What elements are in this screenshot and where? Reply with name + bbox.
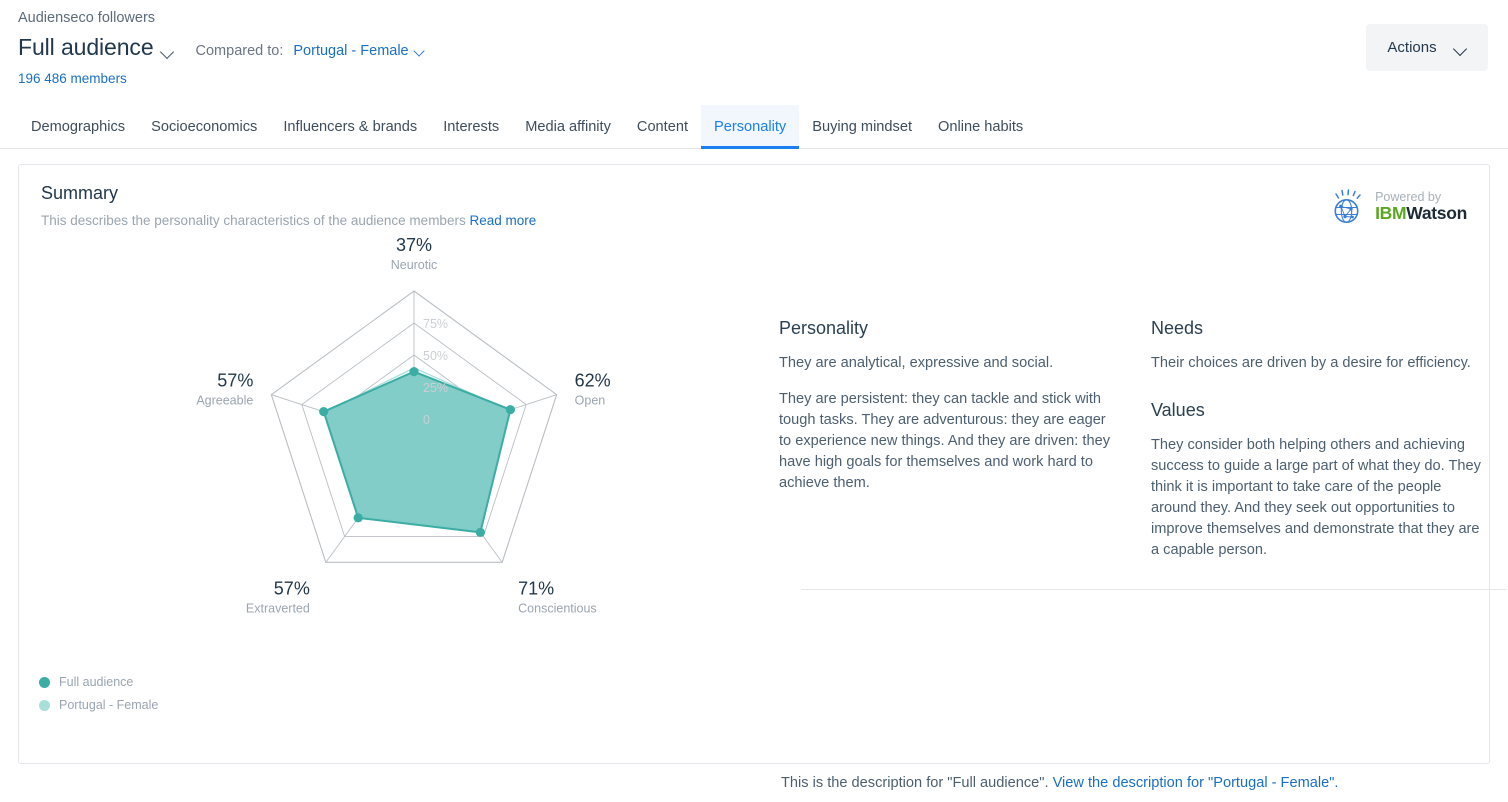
description-line: This is the description for "Full audien… bbox=[781, 775, 1338, 791]
chart-legend: Full audience Portugal - Female bbox=[39, 675, 158, 721]
tab-label: Socioeconomics bbox=[151, 119, 257, 135]
needs-heading: Needs bbox=[1151, 318, 1489, 339]
summary-card: Summary This describes the personality c… bbox=[18, 164, 1490, 764]
radar-axis-conscientious: Conscientious bbox=[518, 601, 597, 615]
card-header: Summary This describes the personality c… bbox=[19, 165, 1489, 228]
summary-subtitle-text: This describes the personality character… bbox=[41, 213, 466, 228]
description-divider bbox=[801, 589, 1507, 590]
watson-globe-icon bbox=[1328, 187, 1368, 227]
radar-value-agreeable: 57% bbox=[217, 371, 253, 391]
read-more-link[interactable]: Read more bbox=[469, 213, 536, 228]
description-prefix: This is the description for "Full audien… bbox=[781, 775, 1049, 791]
tab-demographics[interactable]: Demographics bbox=[18, 105, 138, 148]
radar-ring-label-2: 50% bbox=[423, 349, 448, 363]
legend-label: Full audience bbox=[59, 675, 133, 689]
compared-to-value: Portugal - Female bbox=[293, 43, 408, 59]
legend-item-1[interactable]: Portugal - Female bbox=[39, 698, 158, 712]
tab-bar: Demographics Socioeconomics Influencers & … bbox=[0, 105, 1508, 149]
page-title: Full audience bbox=[18, 34, 154, 60]
radar-value-conscientious: 71% bbox=[518, 578, 554, 598]
radar-axis-neurotic: Neurotic bbox=[391, 258, 438, 272]
members-count[interactable]: 196 486 members bbox=[18, 71, 1508, 86]
tab-influencers-brands[interactable]: Influencers & brands bbox=[270, 105, 430, 148]
legend-color-swatch bbox=[39, 700, 50, 711]
radar-ring-label-3: 75% bbox=[423, 317, 448, 331]
radar-point-extraverted[interactable] bbox=[354, 513, 363, 522]
personality-para-1: They are persistent: they can tackle and… bbox=[779, 389, 1117, 494]
needs-values-column: Needs Their choices are driven by a desi… bbox=[1151, 318, 1489, 561]
chevron-down-icon-actions bbox=[1454, 44, 1467, 52]
audience-selector[interactable]: Full audience bbox=[18, 33, 174, 61]
tab-label: Demographics bbox=[31, 119, 125, 135]
tab-personality[interactable]: Personality bbox=[701, 105, 799, 148]
view-compared-description-link[interactable]: View the description for "Portugal - Fem… bbox=[1053, 775, 1339, 791]
legend-color-swatch bbox=[39, 677, 50, 688]
radar-point-neurotic[interactable] bbox=[409, 367, 418, 376]
legend-item-0[interactable]: Full audience bbox=[39, 675, 158, 689]
radar-axis-agreeable: Agreeable bbox=[196, 394, 253, 408]
tab-label: Interests bbox=[443, 119, 499, 135]
tab-label: Online habits bbox=[938, 119, 1023, 135]
tab-content[interactable]: Content bbox=[624, 105, 701, 148]
watson-wordmark: Powered by IBMWatson bbox=[1375, 191, 1467, 223]
radar-point-conscientious[interactable] bbox=[476, 528, 485, 537]
tab-buying-mindset[interactable]: Buying mindset bbox=[799, 105, 925, 148]
compared-to-label: Compared to: bbox=[196, 43, 284, 59]
tab-label: Content bbox=[637, 119, 688, 135]
radar-series-0 bbox=[324, 372, 511, 533]
needs-para-0: Their choices are driven by a desire for… bbox=[1151, 353, 1489, 374]
page-header: Audienseco followers Full audience Compa… bbox=[0, 0, 1508, 86]
card-body: 0 25% 50% 75% 37% Neurotic 62% Open 71% Conscient… bbox=[19, 228, 1489, 716]
ibm-watson-logo: Powered by IBMWatson bbox=[1328, 187, 1467, 227]
legend-label: Portugal - Female bbox=[59, 698, 158, 712]
values-heading: Values bbox=[1151, 400, 1489, 421]
text-column: Personality They are analytical, express… bbox=[761, 228, 1507, 716]
watson-brand: IBMWatson bbox=[1375, 204, 1467, 222]
tab-interests[interactable]: Interests bbox=[430, 105, 512, 148]
summary-subtitle: This describes the personality character… bbox=[41, 213, 1467, 228]
compared-to-selector[interactable]: Portugal - Female bbox=[293, 42, 424, 60]
tab-online-habits[interactable]: Online habits bbox=[925, 105, 1036, 148]
radar-ring-label-1: 25% bbox=[423, 381, 448, 395]
personality-heading: Personality bbox=[779, 318, 1117, 339]
values-para-0: They consider both helping others and ac… bbox=[1151, 435, 1489, 561]
summary-title: Summary bbox=[41, 183, 1467, 204]
radar-ring-label-0: 0 bbox=[423, 413, 430, 427]
radar-point-agreeable[interactable] bbox=[319, 407, 328, 416]
watson-watson-text: Watson bbox=[1406, 203, 1467, 223]
radar-value-extraverted: 57% bbox=[274, 578, 310, 598]
breadcrumb: Audienseco followers bbox=[18, 8, 1508, 28]
tab-label: Media affinity bbox=[525, 119, 611, 135]
chart-column: 0 25% 50% 75% 37% Neurotic 62% Open 71% Conscient… bbox=[41, 228, 761, 716]
tab-label: Buying mindset bbox=[812, 119, 912, 135]
actions-button-label: Actions bbox=[1387, 39, 1436, 56]
tab-socioeconomics[interactable]: Socioeconomics bbox=[138, 105, 270, 148]
radar-axis-extraverted: Extraverted bbox=[246, 601, 310, 615]
radar-value-open: 62% bbox=[575, 371, 611, 391]
radar-value-neurotic: 37% bbox=[396, 236, 432, 255]
chevron-down-icon[interactable] bbox=[161, 47, 174, 55]
personality-column: Personality They are analytical, express… bbox=[779, 318, 1117, 561]
chevron-down-icon-compare[interactable] bbox=[414, 47, 425, 54]
actions-button[interactable]: Actions bbox=[1366, 24, 1488, 71]
text-columns: Personality They are analytical, express… bbox=[779, 318, 1507, 561]
tab-media-affinity[interactable]: Media affinity bbox=[512, 105, 624, 148]
radar-chart: 0 25% 50% 75% 37% Neurotic 62% Open 71% Conscient… bbox=[41, 236, 761, 716]
watson-ibm-text: IBM bbox=[1375, 203, 1406, 223]
radar-chart-svg: 0 25% 50% 75% 37% Neurotic 62% Open 71% Conscient… bbox=[41, 236, 761, 716]
personality-para-0: They are analytical, expressive and soci… bbox=[779, 353, 1117, 374]
tab-label: Influencers & brands bbox=[283, 119, 417, 135]
title-row: Full audience Compared to: Portugal - Fe… bbox=[18, 33, 1508, 61]
radar-point-open[interactable] bbox=[506, 405, 515, 414]
radar-axis-open: Open bbox=[575, 394, 606, 408]
tab-label: Personality bbox=[714, 119, 786, 135]
